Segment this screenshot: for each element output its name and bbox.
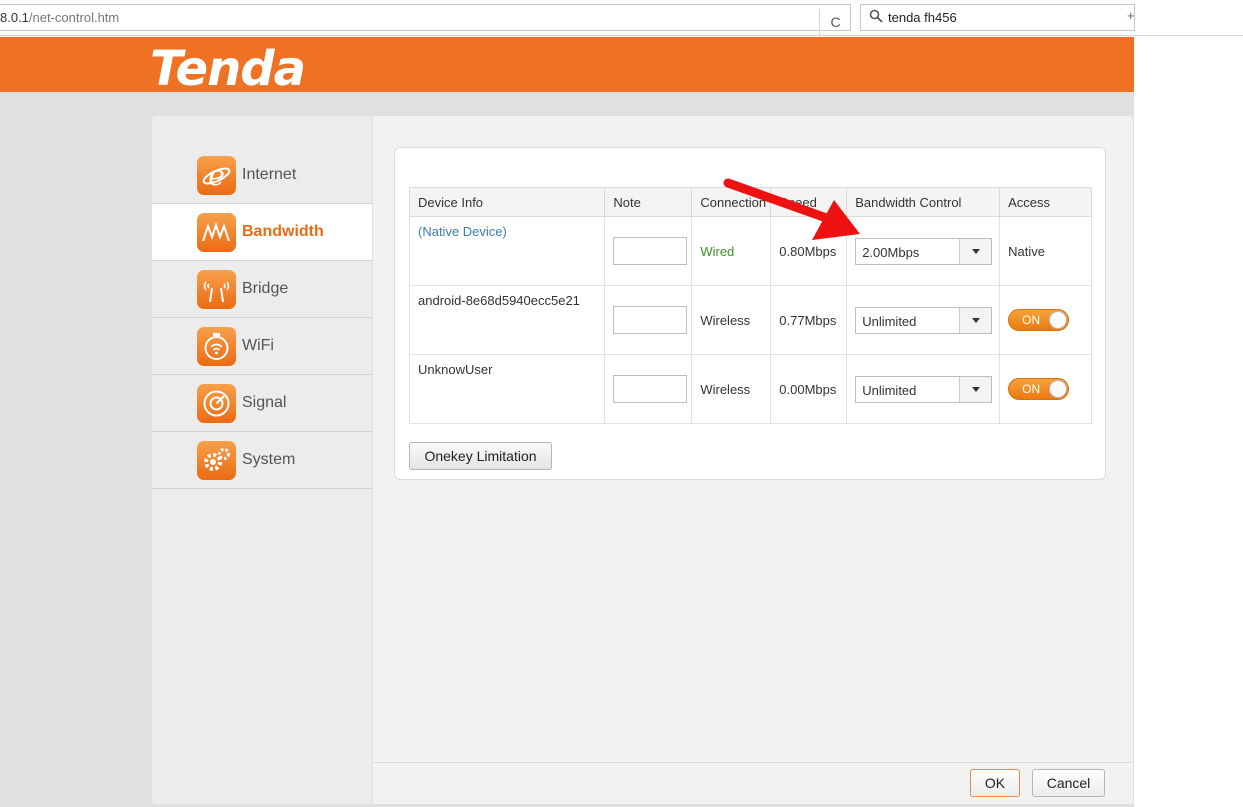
sidebar-item-label: Bandwidth [242, 223, 324, 240]
sidebar-item-label: Bridge [242, 280, 289, 297]
main-panel: Device Info Note Connection Speed Bandwi… [373, 116, 1133, 804]
sidebar-item-label: System [242, 451, 296, 468]
note-cell [604, 216, 693, 286]
internet-explorer-icon: e [197, 156, 236, 195]
signal-gauge-icon [197, 384, 236, 423]
device-card: Device Info Note Connection Speed Bandwi… [394, 147, 1106, 480]
sidebar-item-bandwidth[interactable]: Bandwidth [152, 204, 372, 261]
bridge-antenna-icon [197, 270, 236, 309]
table-row: (Native Device) Wired 0.80Mbps 2.00Mbps … [408, 216, 1092, 286]
column-header-device: Device Info [408, 187, 606, 217]
sidebar-item-label: Signal [242, 394, 287, 411]
search-input[interactable]: tenda fh456 [888, 10, 957, 25]
sidebar-item-bridge[interactable]: Bridge [152, 261, 372, 318]
table-row: android-8e68d5940ecc5e21 Wireless 0.77Mb… [408, 285, 1092, 355]
bandwidth-cell: Unlimited [846, 354, 1001, 424]
table-row: UnknowUser Wireless 0.00Mbps Unlimited O… [408, 354, 1092, 424]
access-toggle[interactable]: ON [1008, 378, 1070, 400]
toggle-knob [1049, 380, 1068, 398]
note-input[interactable] [613, 306, 688, 334]
column-header-bandwidth: Bandwidth Control [846, 187, 1001, 217]
sidebar-item-signal[interactable]: Signal [152, 375, 372, 432]
browser-toolbar: 8.0.1/net-control.htm C tenda fh456 + [0, 0, 1243, 36]
toggle-knob [1049, 311, 1068, 329]
note-input[interactable] [613, 375, 688, 403]
search-bar[interactable]: tenda fh456 [860, 4, 1135, 31]
access-cell: ON [999, 354, 1092, 424]
sidebar-item-label: Internet [242, 166, 297, 183]
speed-value: 0.00Mbps [770, 354, 848, 424]
bandwidth-select[interactable]: Unlimited [855, 306, 993, 334]
device-name: UnknowUser [408, 354, 606, 424]
table-header-row: Device Info Note Connection Speed Bandwi… [408, 187, 1092, 217]
native-device-link[interactable]: (Native Device) [418, 224, 507, 239]
access-toggle[interactable]: ON [1008, 309, 1070, 331]
note-input[interactable] [613, 237, 688, 265]
address-text: 8.0.1/net-control.htm [0, 10, 120, 25]
chevron-down-icon[interactable] [959, 376, 992, 402]
device-name: android-8e68d5940ecc5e21 [408, 285, 606, 355]
device-table: Device Info Note Connection Speed Bandwi… [408, 187, 1092, 424]
speed-value: 0.80Mbps [770, 216, 848, 286]
ok-button[interactable]: OK [970, 769, 1020, 797]
address-bar[interactable]: 8.0.1/net-control.htm C [0, 4, 851, 36]
device-name[interactable]: (Native Device) [408, 216, 606, 286]
sidebar-item-internet[interactable]: e Internet [152, 147, 372, 204]
connection-type: Wireless [691, 285, 772, 355]
note-cell [604, 354, 693, 424]
column-header-speed: Speed [770, 187, 848, 217]
connection-type: Wired [691, 216, 772, 286]
chevron-down-icon[interactable] [959, 238, 992, 264]
tenda-logo: Tenda [150, 41, 306, 97]
access-value: Native [999, 216, 1092, 286]
new-tab-icon[interactable]: + [1127, 8, 1135, 23]
connection-type: Wireless [691, 354, 772, 424]
window-margin [1134, 37, 1243, 807]
wifi-timer-icon [197, 327, 236, 366]
cancel-button[interactable]: Cancel [1032, 769, 1105, 797]
search-icon [869, 9, 883, 23]
note-cell [604, 285, 693, 355]
reload-icon[interactable]: C [819, 9, 851, 36]
sidebar-item-label: WiFi [242, 337, 274, 354]
bandwidth-wave-icon [197, 213, 236, 252]
router-header: Tenda [0, 37, 1134, 97]
access-cell: ON [999, 285, 1092, 355]
column-header-access: Access [999, 187, 1092, 217]
bandwidth-cell: 2.00Mbps [846, 216, 1001, 286]
bandwidth-select[interactable]: Unlimited [855, 375, 993, 403]
onekey-limitation-button[interactable]: Onekey Limitation [409, 442, 552, 470]
speed-value: 0.77Mbps [770, 285, 848, 355]
svg-text:e: e [208, 160, 225, 191]
sidebar-item-system[interactable]: System [152, 432, 372, 489]
sidebar-item-wifi[interactable]: WiFi [152, 318, 372, 375]
bandwidth-cell: Unlimited [846, 285, 1001, 355]
column-header-note: Note [604, 187, 693, 217]
action-footer: OK Cancel [373, 762, 1133, 804]
column-header-connection: Connection [691, 187, 772, 217]
chevron-down-icon[interactable] [959, 307, 992, 333]
bandwidth-select[interactable]: 2.00Mbps [855, 237, 993, 265]
sidebar: e Internet Bandwidth Bridge WiFi Signal … [152, 116, 372, 804]
system-gear-icon [197, 441, 236, 480]
